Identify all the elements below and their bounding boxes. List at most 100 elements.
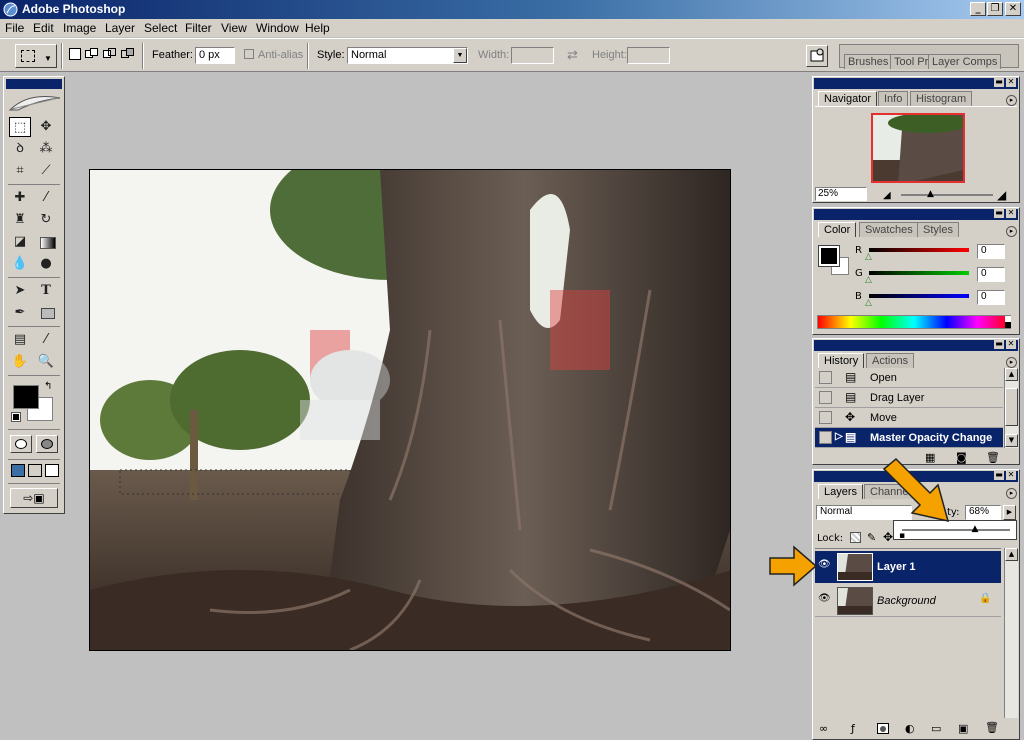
lock-pixels-icon[interactable]: ✎ (867, 531, 876, 544)
opacity-slider-track[interactable] (902, 529, 1010, 531)
layer-row[interactable]: 👁 Background 🔒 (815, 585, 1001, 617)
clone-stamp-icon[interactable]: ♜ (9, 210, 31, 230)
menu-edit[interactable]: Edit (33, 21, 54, 35)
tab-swatches[interactable]: Swatches (859, 222, 919, 237)
full-screen-menu-icon[interactable] (28, 464, 42, 477)
r-input[interactable]: 0 (977, 244, 1005, 259)
minimize-button[interactable]: _ (970, 2, 986, 16)
blur-tool-icon[interactable]: 💧 (9, 254, 31, 274)
tool-preset-picker[interactable]: ▼ (15, 44, 57, 68)
layer-name[interactable]: Layer 1 (877, 561, 916, 573)
well-tab-layer-comps[interactable]: Layer Comps (928, 54, 1002, 69)
document-canvas[interactable] (89, 169, 731, 651)
history-item[interactable]: ▤ Open (815, 368, 1003, 388)
g-slider[interactable] (869, 271, 969, 275)
layer-row-selected[interactable]: 👁 Layer 1 (815, 551, 1001, 583)
layers-scrollbar[interactable]: ▲ (1004, 548, 1018, 718)
history-item[interactable]: ✥ Move (815, 408, 1003, 428)
panel-menu-icon[interactable]: ▸ (1006, 357, 1017, 368)
subtract-selection-icon[interactable] (103, 48, 117, 60)
zoom-input[interactable]: 25% (815, 187, 867, 201)
eraser-tool-icon[interactable]: ◪ (9, 232, 31, 252)
lasso-tool-icon[interactable]: ꝺ (9, 139, 31, 159)
panel-menu-icon[interactable]: ▸ (1006, 226, 1017, 237)
scroll-up-icon[interactable]: ▲ (1005, 548, 1018, 561)
menu-filter[interactable]: Filter (185, 21, 212, 35)
anti-alias-checkbox[interactable] (244, 49, 254, 59)
feather-logo-icon[interactable] (8, 90, 62, 114)
zoom-tool-icon[interactable]: 🔍 (35, 352, 57, 372)
magic-wand-icon[interactable]: ⁂ (35, 139, 57, 159)
standard-screen-icon[interactable] (11, 464, 25, 477)
height-input[interactable] (627, 47, 670, 64)
color-spectrum-ramp[interactable] (817, 315, 1011, 329)
menu-help[interactable]: Help (305, 21, 330, 35)
close-icon[interactable]: ✕ (1006, 209, 1016, 218)
new-group-icon[interactable]: ▭ (931, 722, 941, 735)
history-scrollbar[interactable]: ▲ ▼ (1004, 368, 1018, 448)
jump-to-imageready-icon[interactable]: ⇨▣ (10, 488, 58, 508)
history-state-pointer-icon[interactable]: ▷ (835, 431, 843, 442)
well-tab-brushes[interactable]: Brushes (844, 54, 893, 69)
dodge-tool-icon[interactable]: ● (35, 254, 57, 274)
pen-tool-icon[interactable]: ✒ (9, 303, 31, 323)
tab-history[interactable]: History (818, 353, 865, 368)
new-layer-icon[interactable]: ▣ (958, 722, 968, 735)
panel-menu-icon[interactable]: ▸ (1006, 488, 1017, 499)
history-item[interactable]: ▤ Drag Layer (815, 388, 1003, 408)
swap-colors-icon[interactable]: ↰ (44, 381, 52, 392)
b-slider[interactable] (869, 294, 969, 298)
brush-tool-icon[interactable]: ⁄ (35, 188, 57, 208)
b-input[interactable]: 0 (977, 290, 1005, 305)
panel-menu-icon[interactable]: ▸ (1006, 95, 1017, 106)
shape-tool-icon[interactable] (41, 308, 55, 319)
minimize-icon[interactable]: ▬ (994, 471, 1004, 480)
gradient-tool-icon[interactable] (40, 237, 56, 249)
tab-actions[interactable]: Actions (866, 353, 915, 368)
history-item-selected[interactable]: ▷ ▤ Master Opacity Change (815, 428, 1003, 448)
menu-file[interactable]: File (5, 21, 24, 35)
menu-select[interactable]: Select (144, 21, 177, 35)
close-icon[interactable]: ✕ (1006, 78, 1016, 87)
tab-color[interactable]: Color (818, 222, 857, 237)
move-tool-icon[interactable]: ✥ (35, 117, 57, 137)
layer-style-icon[interactable]: ƒ (851, 722, 855, 735)
well-tab-tool-presets[interactable]: Tool Pr (890, 54, 933, 69)
width-input[interactable] (511, 47, 554, 64)
restore-button[interactable]: ❐ (987, 2, 1003, 16)
opacity-slider-thumb[interactable]: ▲ (971, 524, 978, 534)
notes-tool-icon[interactable]: ▤ (9, 330, 31, 350)
g-input[interactable]: 0 (977, 267, 1005, 282)
link-layers-icon[interactable]: ∞ (819, 722, 828, 735)
minimize-icon[interactable]: ▬ (994, 209, 1004, 218)
zoom-in-icon[interactable]: ◢ (997, 188, 1006, 202)
close-icon[interactable]: ✕ (1006, 471, 1016, 480)
trash-icon[interactable]: 🗑 (985, 721, 999, 734)
add-mask-icon[interactable] (877, 723, 889, 734)
default-colors-icon[interactable] (11, 412, 21, 422)
healing-brush-icon[interactable]: ✚ (9, 188, 31, 208)
menu-image[interactable]: Image (63, 21, 96, 35)
trash-icon[interactable]: 🗑 (986, 451, 1000, 464)
lock-transparency-icon[interactable] (850, 532, 861, 543)
tab-styles[interactable]: Styles (917, 222, 959, 237)
minimize-icon[interactable]: ▬ (994, 78, 1004, 87)
zoom-out-icon[interactable]: ◢ (883, 190, 891, 201)
eye-visibility-icon[interactable]: 👁 (818, 593, 834, 607)
lock-all-icon[interactable]: ▪ (899, 531, 905, 541)
close-icon[interactable]: ✕ (1006, 340, 1016, 349)
history-brush-icon[interactable]: ↻ (35, 210, 57, 230)
path-selection-icon[interactable]: ➤ (9, 281, 31, 301)
tab-histogram[interactable]: Histogram (910, 91, 973, 106)
tab-layers[interactable]: Layers (818, 484, 864, 499)
file-browser-button[interactable] (806, 45, 828, 67)
zoom-slider[interactable] (901, 194, 993, 196)
adjustment-layer-icon[interactable]: ◐ (905, 722, 915, 735)
foreground-color-chip[interactable] (818, 245, 840, 267)
rectangular-marquee-icon[interactable]: ⬚ (9, 117, 31, 137)
g-slider-thumb[interactable]: △ (865, 275, 872, 285)
scroll-down-icon[interactable]: ▼ (1005, 434, 1018, 447)
r-slider-thumb[interactable]: △ (865, 252, 872, 262)
r-slider[interactable] (869, 248, 969, 252)
type-tool-icon[interactable]: T (35, 281, 57, 301)
